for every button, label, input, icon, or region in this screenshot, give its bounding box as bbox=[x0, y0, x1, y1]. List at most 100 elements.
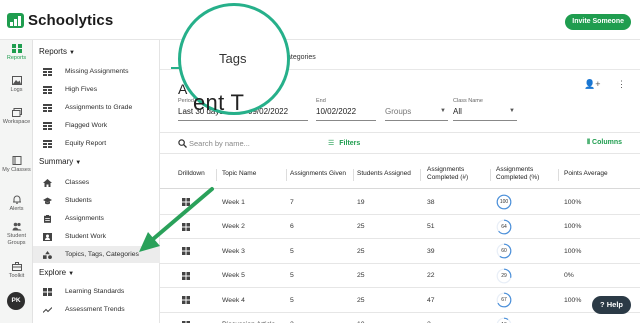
invite-someone-button[interactable]: Invite Someone bbox=[565, 14, 631, 30]
assignments-given: 7 bbox=[290, 198, 294, 206]
students-assigned: 25 bbox=[357, 272, 365, 279]
drilldown-grid-icon[interactable] bbox=[182, 198, 190, 206]
drilldown-grid-icon[interactable] bbox=[182, 271, 190, 280]
completion-percent: 67 bbox=[501, 297, 507, 303]
nav-item-high-fives[interactable]: High Fives bbox=[33, 81, 160, 98]
shapes-icon bbox=[43, 250, 52, 259]
completion-ring: 29 bbox=[496, 268, 512, 284]
column-divider bbox=[420, 169, 421, 181]
completion-ring: 100 bbox=[496, 194, 512, 210]
nav-item-assignments-to-grade[interactable]: Assignments to Grade bbox=[33, 99, 160, 116]
table-row[interactable]: Week 2 6 25 51 64 100% bbox=[160, 215, 640, 239]
rail-item-my-classes[interactable]: My Classes bbox=[0, 156, 33, 174]
avatar[interactable]: PK bbox=[7, 292, 25, 310]
column-header[interactable]: Points Average bbox=[564, 159, 608, 189]
caret-down-icon: ▼ bbox=[68, 271, 75, 277]
add-person-icon[interactable]: 👤+ bbox=[584, 79, 600, 89]
nav-item-topics-tags-categories[interactable]: Topics, Tags, Categories bbox=[33, 246, 160, 263]
nav-item-learning-standards[interactable]: Learning Standards bbox=[33, 283, 160, 300]
users-icon bbox=[12, 222, 21, 231]
nav-item-flagged-work[interactable]: Flagged Work bbox=[33, 117, 160, 134]
assignments-given: 5 bbox=[290, 296, 294, 304]
drilldown-grid-icon[interactable] bbox=[182, 296, 190, 304]
nav-item-assessment-trends[interactable]: Assessment Trends bbox=[33, 301, 160, 318]
drilldown-grid-icon[interactable] bbox=[182, 222, 190, 231]
filter-lines-icon: ☰ bbox=[328, 140, 335, 147]
table-row[interactable]: Week 4 5 25 47 67 100% bbox=[160, 288, 640, 313]
groups-underline bbox=[385, 120, 448, 121]
person-icon bbox=[43, 232, 52, 241]
topic-name[interactable]: Week 5 bbox=[222, 264, 245, 288]
rail-item-logs[interactable]: Logs bbox=[0, 76, 33, 94]
column-divider bbox=[558, 169, 559, 181]
completion-ring: 67 bbox=[496, 292, 512, 308]
table-row[interactable]: Discussion Article 2 10 2 10 bbox=[160, 313, 640, 323]
nav-item-equity-report[interactable]: Equity Report bbox=[33, 135, 160, 152]
topic-name[interactable]: Discussion Article bbox=[222, 313, 275, 323]
filters-button[interactable]: ☰ Filters bbox=[328, 139, 360, 147]
page-title-overlay: ent T bbox=[193, 90, 245, 115]
assignments-completed-count: 22 bbox=[427, 272, 435, 279]
students-assigned: 10 bbox=[357, 313, 365, 323]
stack-icon bbox=[11, 108, 22, 117]
topic-name[interactable]: Week 3 bbox=[222, 239, 245, 263]
clipboard-icon bbox=[44, 214, 51, 223]
nav-item-classes[interactable]: Classes bbox=[33, 174, 160, 191]
column-header[interactable]: Assignments Given bbox=[290, 159, 346, 189]
rail-item-student-groups[interactable]: Student Groups bbox=[0, 222, 33, 246]
rail-label: My Classes bbox=[2, 167, 31, 173]
columns-button[interactable]: ⦀ Columns bbox=[587, 139, 622, 147]
help-circle-icon: ? bbox=[600, 300, 605, 309]
students-assigned: 19 bbox=[357, 198, 365, 206]
app-logo[interactable]: Schoolytics bbox=[7, 12, 113, 29]
column-header[interactable]: Assignments Completed (#) bbox=[427, 159, 489, 189]
period-label: Period bbox=[178, 98, 194, 104]
topic-name[interactable]: Week 1 bbox=[222, 190, 245, 214]
rail-item-reports[interactable]: Reports bbox=[0, 44, 33, 62]
table-icon bbox=[43, 121, 52, 130]
nav-section-explore[interactable]: Explore ▼ bbox=[39, 268, 74, 277]
help-button[interactable]: ? Help bbox=[592, 296, 631, 314]
nav-section-summary[interactable]: Summary ▼ bbox=[39, 157, 81, 166]
completion-ring: 64 bbox=[496, 219, 512, 235]
nav-item-assignments[interactable]: Assignments bbox=[33, 210, 160, 227]
groups-select[interactable]: Groups bbox=[385, 107, 411, 116]
rail-item-toolkit[interactable]: Toolkit bbox=[0, 262, 33, 280]
search-input[interactable]: Search by name... bbox=[189, 139, 250, 148]
nav-item-student-work[interactable]: Student Work bbox=[33, 228, 160, 245]
column-header[interactable]: Topic Name bbox=[222, 159, 256, 189]
class-name-select[interactable]: All bbox=[453, 107, 462, 116]
students-assigned: 25 bbox=[357, 296, 365, 304]
rail-item-alerts[interactable]: Alerts bbox=[0, 195, 33, 213]
bar-chart-icon bbox=[11, 44, 22, 53]
tab-categories[interactable]: ategories bbox=[287, 54, 316, 61]
topic-name[interactable]: Week 2 bbox=[222, 215, 245, 239]
app-name: Schoolytics bbox=[28, 12, 114, 29]
table-row[interactable]: Week 1 7 19 38 100 100% bbox=[160, 190, 640, 215]
column-header[interactable]: Drilldown bbox=[178, 159, 205, 189]
points-average: 0% bbox=[564, 272, 574, 279]
more-vert-icon[interactable]: ⋮ bbox=[617, 79, 626, 89]
nav-item-missing-assignments[interactable]: Missing Assignments bbox=[33, 63, 160, 80]
tab-tags[interactable]: Tags bbox=[219, 51, 246, 66]
assignments-given: 5 bbox=[290, 247, 294, 255]
grid-icon bbox=[43, 287, 52, 296]
end-underline bbox=[316, 120, 376, 121]
drilldown-grid-icon[interactable] bbox=[182, 247, 190, 255]
rail-label: Alerts bbox=[9, 206, 24, 212]
points-average: 100% bbox=[564, 198, 582, 206]
table-row[interactable]: Week 3 5 25 39 60 100% bbox=[160, 239, 640, 264]
rail-item-workspace[interactable]: Workspace bbox=[0, 108, 33, 126]
reports-nav: Reports ▼ Missing Assignments High Fives … bbox=[33, 40, 160, 323]
nav-item-students[interactable]: Students bbox=[33, 192, 160, 209]
icon-rail: Reports Logs Workspace My Classes Alerts… bbox=[0, 40, 33, 323]
end-date-field[interactable]: 10/02/2022 bbox=[316, 107, 356, 116]
table-icon bbox=[43, 67, 52, 76]
topic-name[interactable]: Week 4 bbox=[222, 288, 245, 312]
column-header[interactable]: Assignments Completed (%) bbox=[496, 159, 558, 189]
table-row[interactable]: Week 5 5 25 22 29 0% bbox=[160, 264, 640, 288]
nav-section-reports[interactable]: Reports ▼ bbox=[39, 47, 75, 56]
caret-down-icon: ▼ bbox=[69, 50, 75, 56]
image-icon bbox=[11, 76, 22, 85]
column-header[interactable]: Students Assigned bbox=[357, 159, 411, 189]
